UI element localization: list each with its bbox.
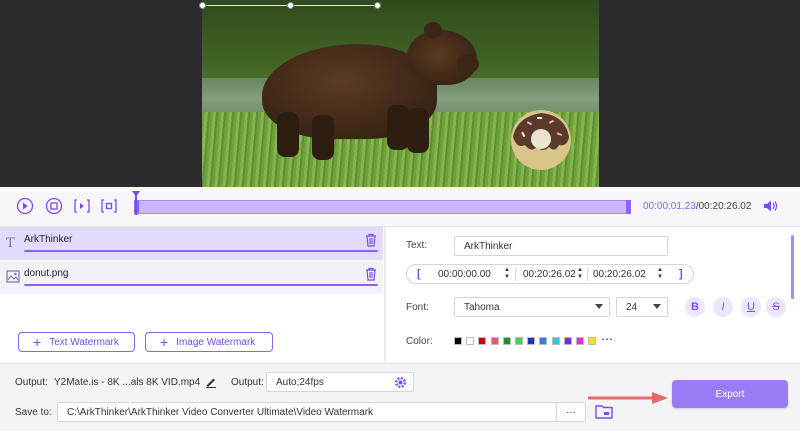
play-button[interactable] xyxy=(16,197,34,215)
underline-button[interactable]: U xyxy=(741,297,761,317)
bottom-bar: Output: Y2Mate.is - 8K ...als 8K VID.mp4… xyxy=(0,363,800,431)
bold-button[interactable]: B xyxy=(685,297,705,317)
trash-icon[interactable] xyxy=(364,267,378,281)
color-swatch[interactable] xyxy=(502,337,511,345)
color-swatch[interactable] xyxy=(478,337,487,345)
watermark-name: donut.png xyxy=(24,268,69,279)
color-swatch[interactable] xyxy=(563,337,572,345)
add-text-watermark-button[interactable]: + Text Watermark xyxy=(18,332,135,352)
watermark-duration-bar[interactable] xyxy=(24,250,378,252)
output-format-select[interactable]: Auto;24fps xyxy=(266,372,414,392)
plus-icon: + xyxy=(33,334,42,350)
resize-handle[interactable] xyxy=(199,2,206,9)
watermark-list-panel: T ArkThinker donut.png + Text Watermark +… xyxy=(0,227,385,363)
resize-handle[interactable] xyxy=(374,2,381,9)
start-bracket-icon[interactable]: [ xyxy=(417,268,421,280)
start-time-spinner[interactable]: ▲ ▼ xyxy=(503,267,511,281)
playhead[interactable] xyxy=(135,193,137,215)
stop-icon xyxy=(45,197,63,215)
start-time-input[interactable]: 00:00:00.00 xyxy=(438,269,491,280)
output-label: Output: xyxy=(15,377,48,388)
color-swatch[interactable] xyxy=(539,337,548,345)
watermark-item-text[interactable]: T ArkThinker xyxy=(0,227,383,260)
stop-button[interactable] xyxy=(45,197,63,215)
text-label: Text: xyxy=(406,240,428,251)
more-colors-button[interactable]: ⋯ xyxy=(601,332,613,346)
save-to-label: Save to: xyxy=(15,407,52,418)
add-image-watermark-button[interactable]: + Image Watermark xyxy=(145,332,273,352)
volume-icon xyxy=(764,200,778,212)
total-time: /00:20:26.02 xyxy=(695,201,752,212)
timeline-bar: 00:00:01.23/00:20:26.02 xyxy=(0,187,800,227)
panel-scrollbar[interactable] xyxy=(791,235,794,299)
timeline-track[interactable] xyxy=(136,200,630,214)
watermark-text-input[interactable]: ArkThinker xyxy=(454,236,668,256)
video-frame xyxy=(202,0,599,187)
fullscreen-button[interactable] xyxy=(100,197,118,215)
next-frame-button[interactable] xyxy=(73,197,91,215)
text-type-icon: T xyxy=(6,236,15,251)
end-bracket-icon[interactable]: ] xyxy=(679,268,683,280)
time-display: 00:00:01.23/00:20:26.02 xyxy=(643,201,751,212)
color-swatch[interactable] xyxy=(576,337,584,345)
color-swatch[interactable] xyxy=(515,337,523,345)
end-time-spinner[interactable]: ▲ ▼ xyxy=(576,267,584,281)
strikethrough-button[interactable]: S xyxy=(766,297,786,317)
color-label: Color: xyxy=(406,336,433,347)
color-swatch[interactable] xyxy=(466,337,475,345)
trim-end-handle[interactable] xyxy=(626,200,631,214)
button-label: Image Watermark xyxy=(176,336,256,348)
video-watermark-window: 00:00:01.23/00:20:26.02 T ArkThinker don… xyxy=(0,0,800,431)
color-swatch[interactable] xyxy=(527,337,536,345)
crop-frame-icon xyxy=(101,199,117,213)
end-time-input[interactable]: 00:20:26.02 xyxy=(523,269,576,280)
color-swatch[interactable] xyxy=(454,337,462,345)
font-size-select[interactable]: 24 xyxy=(616,297,668,317)
chevron-down-icon xyxy=(595,304,603,309)
font-label: Font: xyxy=(406,302,429,313)
browse-button[interactable]: ··· xyxy=(556,402,586,422)
watermark-editor-panel: Text: ArkThinker [ 00:00:00.00 ▲ ▼ 00:20:… xyxy=(386,227,800,363)
save-path-input[interactable]: C:\ArkThinker\ArkThinker Video Converter… xyxy=(57,402,557,422)
font-family-select[interactable]: Tahoma xyxy=(454,297,610,317)
chevron-down-icon xyxy=(653,304,661,309)
italic-button[interactable]: I xyxy=(713,297,733,317)
output-format-label: Output: xyxy=(231,377,264,388)
gear-icon[interactable] xyxy=(394,376,407,389)
output-filename: Y2Mate.is - 8K ...als 8K VID.mp4 xyxy=(54,377,201,388)
color-swatch[interactable] xyxy=(551,337,560,345)
time-range-control: [ 00:00:00.00 ▲ ▼ 00:20:26.02 ▲ ▼ 00:20:26… xyxy=(406,264,694,284)
folder-icon[interactable] xyxy=(595,404,613,419)
color-swatch[interactable] xyxy=(588,337,597,345)
trash-icon[interactable] xyxy=(364,233,378,247)
edit-icon[interactable] xyxy=(205,376,217,388)
donut-watermark[interactable] xyxy=(509,107,573,171)
video-preview xyxy=(0,0,800,187)
current-time: 00:00:01.23 xyxy=(643,201,696,212)
plus-icon: + xyxy=(160,334,169,350)
volume-button[interactable] xyxy=(763,199,779,216)
duration-input[interactable]: 00:20:26.02 xyxy=(593,269,646,280)
watermark-name: ArkThinker xyxy=(24,234,73,245)
watermark-duration-bar[interactable] xyxy=(24,284,378,286)
button-label: Text Watermark xyxy=(49,336,119,348)
watermark-item-image[interactable]: donut.png xyxy=(0,261,383,294)
export-button[interactable]: Export xyxy=(672,380,788,408)
resize-handle[interactable] xyxy=(287,2,294,9)
next-frame-icon xyxy=(74,199,90,213)
duration-spinner[interactable]: ▲ ▼ xyxy=(656,267,664,281)
image-type-icon xyxy=(6,270,20,283)
play-icon xyxy=(16,197,34,215)
color-swatch[interactable] xyxy=(490,337,499,345)
pointer-arrow-icon xyxy=(588,392,668,404)
